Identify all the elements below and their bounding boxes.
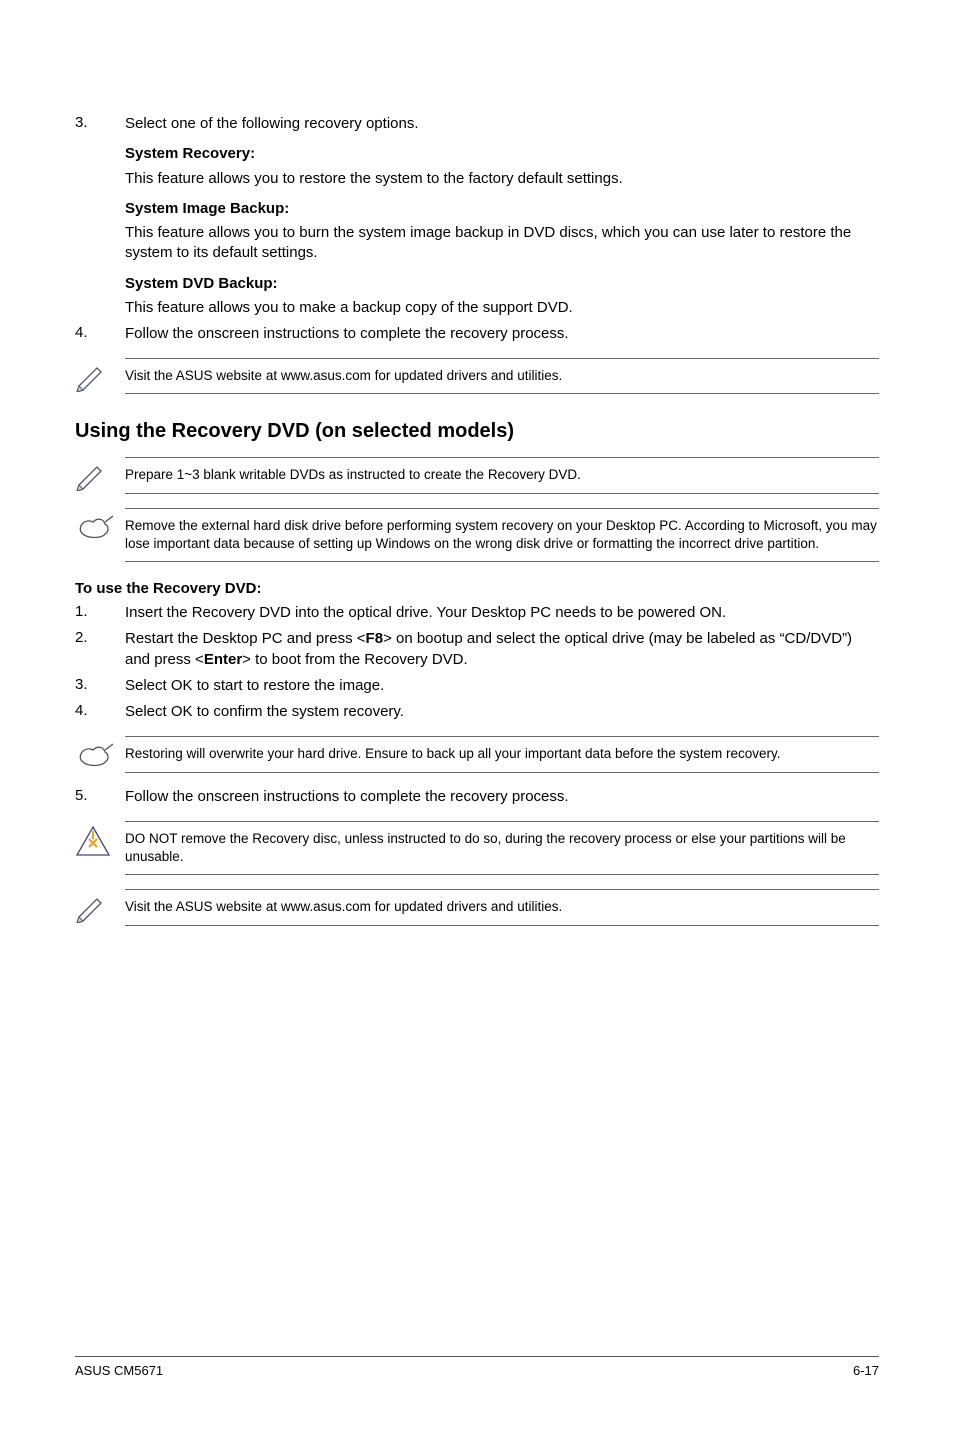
step-text: Follow the onscreen instructions to comp… bbox=[125, 787, 569, 807]
option-desc: This feature allows you to make a backup… bbox=[125, 298, 879, 318]
note-text: Visit the ASUS website at www.asus.com f… bbox=[125, 889, 879, 925]
step-number: 4. bbox=[75, 702, 125, 722]
step-number: 5. bbox=[75, 787, 125, 807]
section-heading: Using the Recovery DVD (on selected mode… bbox=[75, 420, 879, 443]
step-text: Select OK to start to restore the image. bbox=[125, 676, 384, 696]
step-text: Restart the Desktop PC and press <F8> on… bbox=[125, 629, 879, 670]
note-pencil: Prepare 1~3 blank writable DVDs as instr… bbox=[75, 457, 879, 493]
list-item: 3. Select one of the following recovery … bbox=[75, 114, 879, 134]
subheading: To use the Recovery DVD: bbox=[75, 580, 879, 597]
pencil-icon bbox=[75, 358, 125, 392]
step-number: 2. bbox=[75, 629, 125, 670]
footer-right: 6-17 bbox=[853, 1363, 879, 1378]
step-text: Select one of the following recovery opt… bbox=[125, 114, 419, 134]
note-text: Restoring will overwrite your hard drive… bbox=[125, 736, 879, 772]
page-container: 3. Select one of the following recovery … bbox=[0, 0, 954, 1438]
text-fragment: > to boot from the Recovery DVD. bbox=[242, 651, 468, 668]
hand-pointer-icon bbox=[75, 736, 125, 770]
key-label: F8 bbox=[366, 630, 384, 647]
recovery-options-block: System Recovery: This feature allows you… bbox=[125, 144, 879, 318]
list-item: 1. Insert the Recovery DVD into the opti… bbox=[75, 603, 879, 623]
text-fragment: Restart the Desktop PC and press < bbox=[125, 630, 366, 647]
option-desc: This feature allows you to burn the syst… bbox=[125, 223, 879, 264]
note-hand: Remove the external hard disk drive befo… bbox=[75, 508, 879, 562]
list-item: 4. Select OK to confirm the system recov… bbox=[75, 702, 879, 722]
page-footer: ASUS CM5671 6-17 bbox=[75, 1356, 879, 1378]
list-item: 5. Follow the onscreen instructions to c… bbox=[75, 787, 879, 807]
pencil-icon bbox=[75, 889, 125, 923]
note-text: Remove the external hard disk drive befo… bbox=[125, 508, 879, 562]
step-number: 3. bbox=[75, 114, 125, 134]
step-number: 4. bbox=[75, 324, 125, 344]
list-item: 3. Select OK to start to restore the ima… bbox=[75, 676, 879, 696]
note-text: Prepare 1~3 blank writable DVDs as instr… bbox=[125, 457, 879, 493]
pencil-icon bbox=[75, 457, 125, 491]
step-number: 3. bbox=[75, 676, 125, 696]
list-item: 4. Follow the onscreen instructions to c… bbox=[75, 324, 879, 344]
note-hand: Restoring will overwrite your hard drive… bbox=[75, 736, 879, 772]
option-desc: This feature allows you to restore the s… bbox=[125, 169, 879, 189]
key-label: Enter bbox=[204, 651, 242, 668]
note-text: Visit the ASUS website at www.asus.com f… bbox=[125, 358, 879, 394]
step-number: 1. bbox=[75, 603, 125, 623]
note-warning: DO NOT remove the Recovery disc, unless … bbox=[75, 821, 879, 875]
step-text: Insert the Recovery DVD into the optical… bbox=[125, 603, 726, 623]
note-pencil: Visit the ASUS website at www.asus.com f… bbox=[75, 889, 879, 925]
list-item: 2. Restart the Desktop PC and press <F8>… bbox=[75, 629, 879, 670]
step-text: Follow the onscreen instructions to comp… bbox=[125, 324, 569, 344]
note-text: DO NOT remove the Recovery disc, unless … bbox=[125, 821, 879, 875]
option-title: System Image Backup: bbox=[125, 199, 879, 219]
note-pencil: Visit the ASUS website at www.asus.com f… bbox=[75, 358, 879, 394]
footer-left: ASUS CM5671 bbox=[75, 1363, 163, 1378]
step-text: Select OK to confirm the system recovery… bbox=[125, 702, 404, 722]
option-title: System Recovery: bbox=[125, 144, 879, 164]
option-title: System DVD Backup: bbox=[125, 274, 879, 294]
warning-icon bbox=[75, 821, 125, 857]
hand-pointer-icon bbox=[75, 508, 125, 542]
